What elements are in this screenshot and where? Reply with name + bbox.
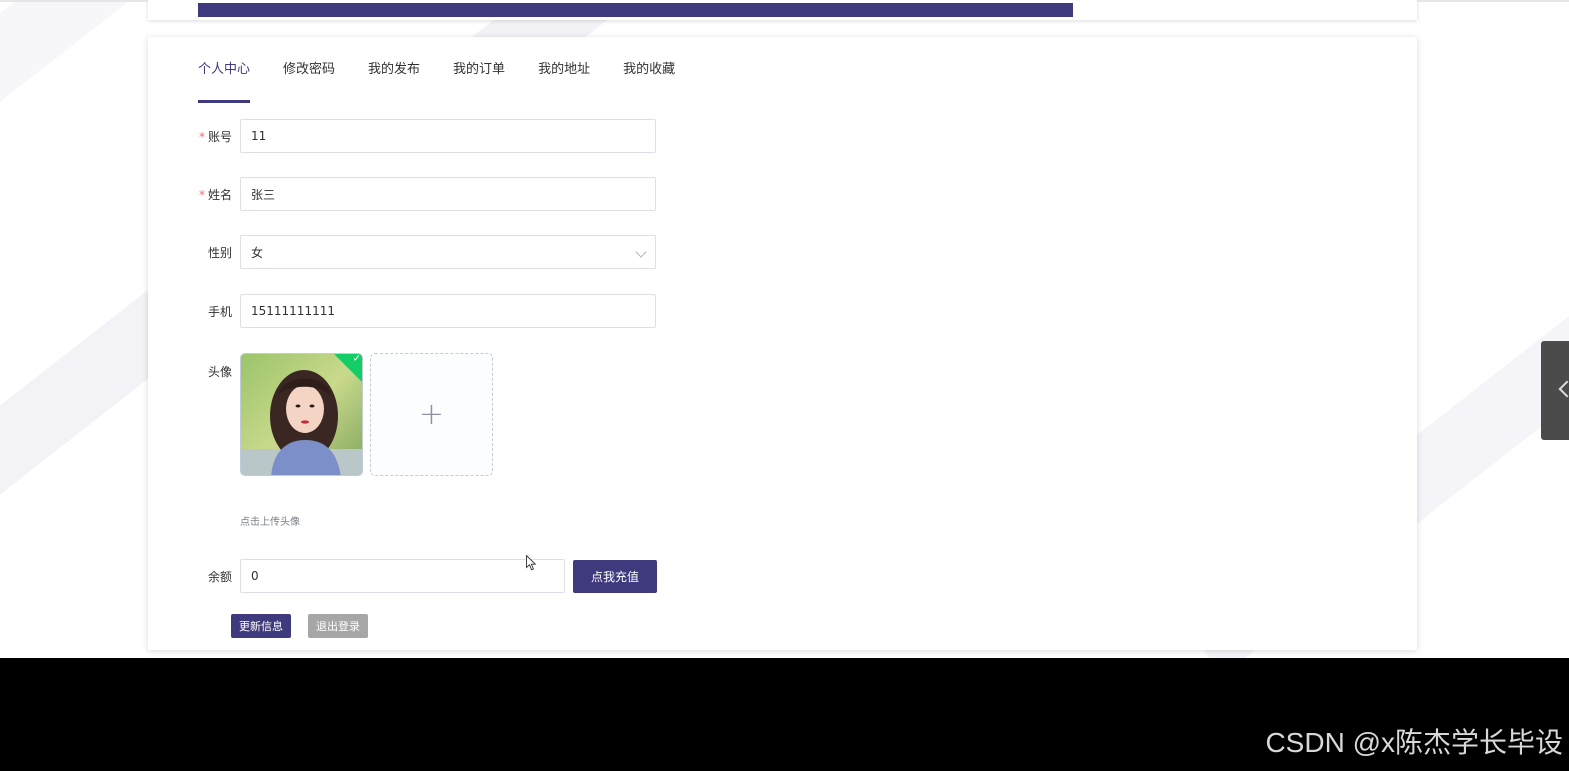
name-label: * 姓名 bbox=[148, 186, 240, 203]
tab-my-favorites[interactable]: 我的收藏 bbox=[623, 37, 675, 103]
tab-my-orders[interactable]: 我的订单 bbox=[453, 37, 505, 103]
chevron-left-icon bbox=[1558, 380, 1569, 398]
tab-my-addresses[interactable]: 我的地址 bbox=[538, 37, 590, 103]
top-progress-bar bbox=[198, 3, 1368, 17]
phone-row: 手机 bbox=[148, 294, 656, 328]
avatar-thumbnail[interactable]: ✓ bbox=[240, 353, 363, 476]
logout-button[interactable]: 退出登录 bbox=[308, 614, 368, 638]
side-drawer-handle[interactable] bbox=[1541, 341, 1569, 440]
avatar-upload-hint: 点击上传头像 bbox=[240, 517, 300, 528]
phone-input[interactable] bbox=[251, 304, 645, 318]
actions-row: 更新信息 退出登录 bbox=[231, 614, 368, 638]
avatar-label: 头像 bbox=[207, 365, 232, 379]
gender-selected-value: 女 bbox=[251, 245, 264, 260]
name-field[interactable] bbox=[240, 177, 656, 211]
profile-tabs: 个人中心 修改密码 我的发布 我的订单 我的地址 我的收藏 bbox=[198, 37, 708, 103]
avatar-upload-button[interactable]: + bbox=[370, 353, 493, 476]
balance-row: 余额 点我充值 bbox=[148, 559, 657, 593]
phone-label: 手机 bbox=[207, 304, 232, 319]
required-mark: * bbox=[198, 129, 205, 144]
gender-label: 性别 bbox=[207, 245, 232, 260]
chevron-down-icon bbox=[635, 246, 647, 258]
account-field[interactable] bbox=[240, 119, 656, 153]
check-icon: ✓ bbox=[352, 353, 361, 365]
plus-icon: + bbox=[418, 396, 445, 432]
name-row: * 姓名 bbox=[148, 177, 656, 211]
watermark: CSDN @x陈杰学长毕设 bbox=[1265, 727, 1563, 758]
name-label-text: 姓名 bbox=[207, 187, 232, 202]
recharge-button[interactable]: 点我充值 bbox=[573, 559, 657, 593]
top-card bbox=[148, 0, 1417, 20]
account-label: * 账号 bbox=[148, 128, 240, 145]
gender-row: 性别 女 bbox=[148, 235, 656, 269]
account-input[interactable] bbox=[251, 129, 645, 143]
black-footer: CSDN @x陈杰学长毕设 bbox=[0, 658, 1569, 771]
account-row: * 账号 bbox=[148, 119, 656, 153]
name-input[interactable] bbox=[251, 187, 645, 201]
balance-input[interactable] bbox=[251, 569, 554, 583]
balance-field[interactable] bbox=[240, 559, 565, 593]
tab-change-password[interactable]: 修改密码 bbox=[283, 37, 335, 103]
update-info-button[interactable]: 更新信息 bbox=[231, 614, 291, 638]
required-mark: * bbox=[198, 187, 205, 202]
mouse-cursor-icon bbox=[526, 555, 536, 571]
avatar-row: 头像 ✓ + bbox=[148, 353, 493, 476]
tab-personal-center[interactable]: 个人中心 bbox=[198, 37, 251, 103]
balance-label: 余额 bbox=[207, 569, 232, 584]
avatar-photo bbox=[241, 354, 362, 475]
phone-field[interactable] bbox=[240, 294, 656, 328]
profile-card: 个人中心 修改密码 我的发布 我的订单 我的地址 我的收藏 *账号 *姓名 性别… bbox=[148, 37, 1417, 650]
top-progress-fill bbox=[198, 3, 1074, 17]
tab-my-posts[interactable]: 我的发布 bbox=[368, 37, 420, 103]
account-label-text: 账号 bbox=[207, 129, 232, 144]
gender-select[interactable]: 女 bbox=[240, 235, 656, 269]
